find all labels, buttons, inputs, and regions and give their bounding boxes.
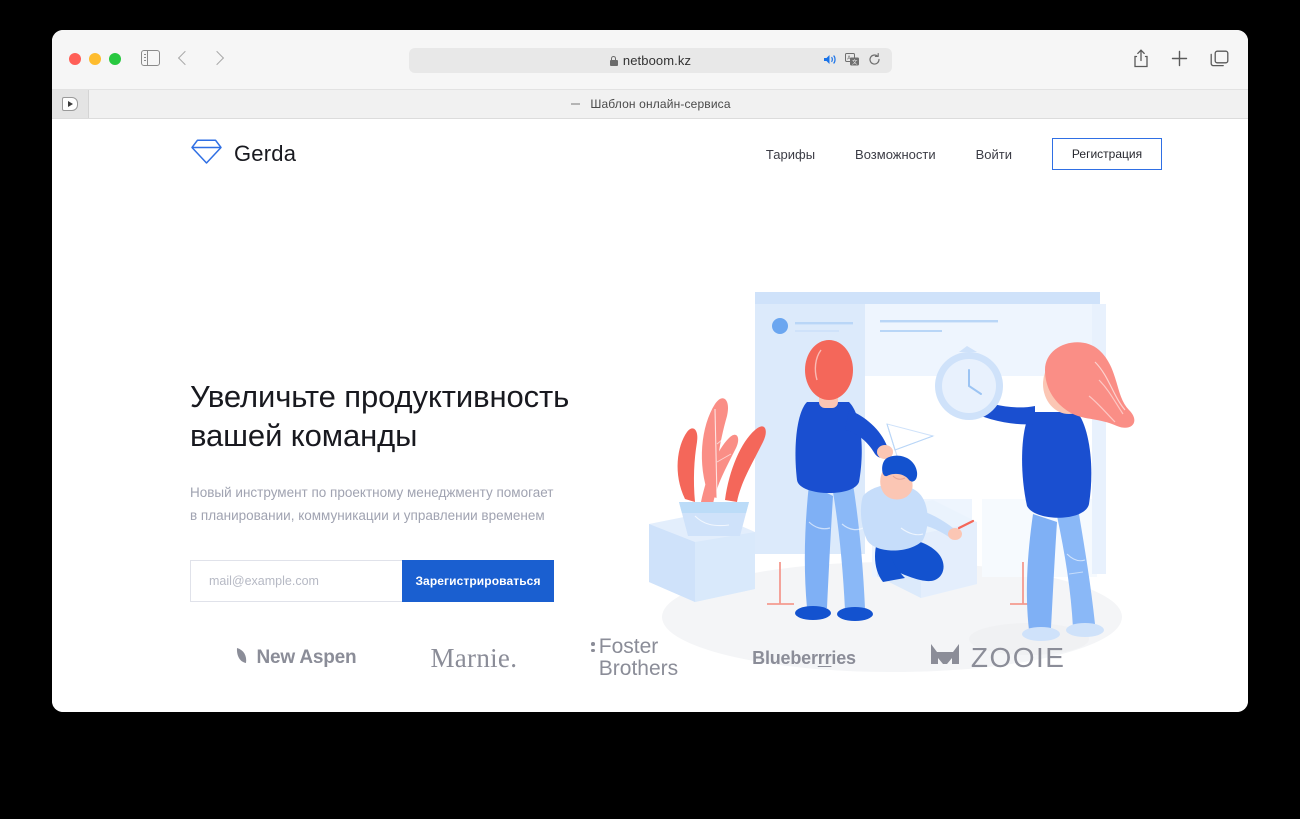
tab-strip: Шаблон онлайн-сервиса [52, 90, 1248, 119]
aspen-leaf-icon [235, 646, 248, 671]
partner-name-zooie: ZOOIE [970, 642, 1066, 673]
tab-title: Шаблон онлайн-сервиса [590, 97, 731, 111]
two-dots-icon [591, 636, 595, 652]
brand-name: Gerda [234, 141, 297, 166]
plant [677, 398, 766, 536]
partner-name-blueberries-underlined: rr [817, 647, 832, 668]
plus-icon[interactable] [1171, 50, 1188, 72]
lock-icon [609, 55, 618, 66]
reload-icon[interactable] [868, 53, 881, 71]
tab-overview-icon[interactable] [1210, 50, 1229, 73]
register-button[interactable]: Регистрация [1052, 138, 1162, 170]
maximize-window-button[interactable] [109, 53, 121, 65]
toolbar-right-icons [1133, 49, 1229, 73]
signup-form: Зарегистрироваться [190, 560, 554, 602]
chevron-left-icon[interactable] [177, 50, 193, 66]
partner-logo-marnie: Marnie. [430, 643, 517, 674]
partner-name-foster-line1: Foster [598, 635, 659, 658]
traffic-lights [69, 53, 121, 65]
svg-text:文: 文 [852, 58, 858, 66]
partner-name-new-aspen: New Aspen [256, 647, 357, 668]
partner-logo-new-aspen: New Aspen [235, 646, 357, 671]
signup-button[interactable]: Зарегистрироваться [402, 560, 554, 602]
url-bar[interactable]: netboom.kz A 文 [409, 48, 892, 73]
site-navigation: Тарифы Возможности Войти Регистрация [766, 138, 1162, 170]
hero-title: Увеличьте продуктивность вашей команды [190, 379, 570, 453]
active-tab[interactable]: Шаблон онлайн-сервиса [52, 90, 1248, 118]
url-content: netboom.kz [609, 53, 692, 68]
partner-name-blueberries-suffix: ies [831, 647, 856, 668]
cat-icon [930, 642, 960, 674]
brand-logo[interactable]: Gerda [190, 138, 296, 170]
sidebar-icon[interactable] [141, 50, 160, 66]
nav-link-pricing[interactable]: Тарифы [766, 147, 815, 162]
diamond-icon [190, 138, 223, 170]
partner-name-foster-line2: Brothers [598, 657, 679, 680]
partner-name-marnie: Marnie. [430, 642, 518, 673]
hero-text-block: Увеличьте продуктивность вашей команды Н… [190, 377, 590, 602]
url-bar-icons: A 文 [823, 53, 881, 71]
share-icon[interactable] [1133, 49, 1149, 73]
browser-window: netboom.kz A 文 Шаблон онлайн-сервиса Ger… [52, 30, 1248, 712]
speaker-icon[interactable] [823, 53, 837, 71]
browser-toolbar: netboom.kz A 文 [52, 30, 1248, 90]
nav-link-features[interactable]: Возможности [855, 147, 936, 162]
chevron-right-icon[interactable] [209, 50, 225, 66]
nav-link-login[interactable]: Войти [976, 147, 1012, 162]
tab-favicon-icon [569, 98, 581, 110]
partner-logo-zooie: ZOOIE [930, 642, 1066, 674]
translate-icon[interactable]: A 文 [845, 53, 860, 71]
site-header: Gerda Тарифы Возможности Войти Регистрац… [52, 119, 1248, 204]
partner-name-blueberries-prefix: Blueber [752, 647, 818, 668]
partner-logo-foster-brothers: Foster Brothers [591, 636, 678, 680]
partner-logo-blueberries: Blueber rr ies [752, 648, 856, 669]
url-text: netboom.kz [622, 53, 692, 68]
webpage-content: Gerda Тарифы Возможности Войти Регистрац… [52, 119, 1248, 712]
hero-subtitle: Новый инструмент по проектному менеджмен… [190, 485, 554, 523]
email-input[interactable] [190, 560, 402, 602]
partner-logo-bar: New Aspen Marnie. Foster Brothers Bluebe… [52, 604, 1248, 712]
close-window-button[interactable] [69, 53, 81, 65]
navigation-arrows [177, 48, 225, 66]
minimize-window-button[interactable] [89, 53, 101, 65]
